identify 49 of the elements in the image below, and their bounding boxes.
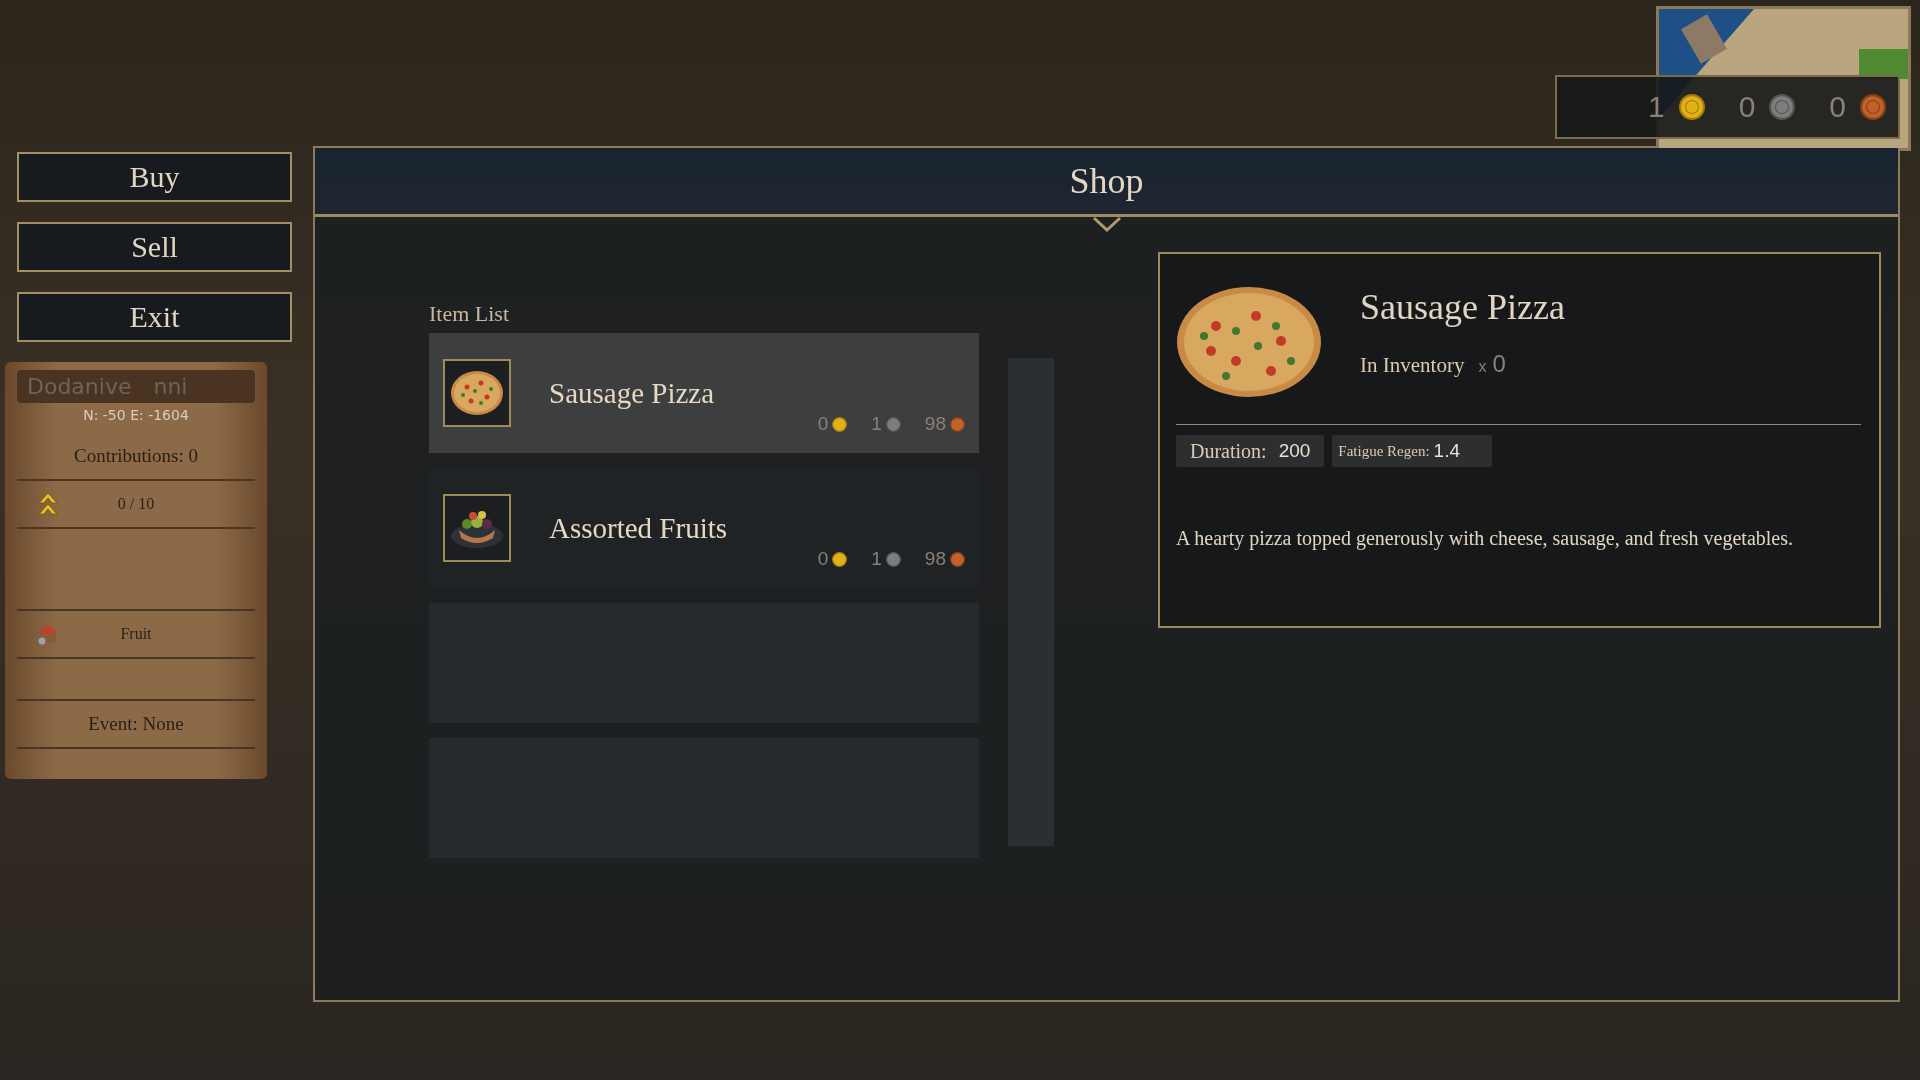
price-amount: 1 xyxy=(871,413,882,435)
coin-icon xyxy=(885,416,901,432)
stat-value: 1.4 xyxy=(1433,440,1460,462)
menu-button[interactable]: Buy xyxy=(17,152,292,202)
fruit-bowl-icon xyxy=(443,494,511,562)
inventory-label: In Inventory xyxy=(1360,353,1465,378)
currency-amount: 1 xyxy=(1647,90,1665,124)
house-icon xyxy=(37,622,59,646)
specialty-label: Fruit xyxy=(120,625,152,643)
price-amount: 98 xyxy=(924,413,946,435)
price-amount: 0 xyxy=(817,548,829,570)
pizza-icon xyxy=(443,359,511,427)
coin-icon xyxy=(1678,94,1705,120)
item-title: Sausage Pizza xyxy=(1360,286,1565,328)
inventory-count: 0 xyxy=(1492,350,1506,378)
count-prefix: x xyxy=(1478,358,1487,376)
currency-amount: 0 xyxy=(1829,90,1846,124)
item-name: Sausage Pizza xyxy=(549,376,716,410)
price-amount: 1 xyxy=(871,548,882,570)
rank-count: 0 / 10 xyxy=(117,495,155,513)
currency-amount: 0 xyxy=(1738,90,1756,124)
item-row[interactable]: Sausage Pizza 0 1 98 xyxy=(429,333,979,453)
shop-title: Shop xyxy=(1069,160,1144,202)
coin-icon xyxy=(832,551,848,567)
price-amount: 0 xyxy=(817,413,829,435)
menu-button[interactable]: Exit xyxy=(17,292,292,342)
item-name: Assorted Fruits xyxy=(549,511,729,545)
pizza-icon xyxy=(1176,286,1322,398)
item-row[interactable]: Assorted Fruits 0 1 98 xyxy=(429,468,979,588)
stat-value: 200 xyxy=(1278,440,1311,462)
coin-icon xyxy=(950,551,965,567)
ornament-icon xyxy=(1091,216,1122,232)
coin-icon xyxy=(950,416,965,432)
coin-icon xyxy=(885,551,901,567)
character-name: Dodanive xyxy=(27,374,132,399)
stat-label: Fatigue Regen: xyxy=(1338,442,1430,460)
coordinates: N: -50 E: -1604 xyxy=(82,406,190,425)
list-title: Item List xyxy=(429,301,511,328)
character-name: nni xyxy=(153,374,188,399)
coin-icon xyxy=(1860,94,1886,120)
price-amount: 98 xyxy=(924,548,946,570)
coin-icon xyxy=(832,416,848,432)
coin-icon xyxy=(1769,94,1796,120)
contributions-label: Contributions: 0 xyxy=(73,445,198,467)
item-description: A hearty pizza topped generously with cheese, sausage, and fresh vegetables. xyxy=(1176,527,1794,550)
stat-label: Duration: xyxy=(1190,439,1267,463)
menu-button[interactable]: Sell xyxy=(17,222,292,272)
rank-chevrons-icon xyxy=(37,492,59,516)
event-label: Event: None xyxy=(88,713,184,735)
